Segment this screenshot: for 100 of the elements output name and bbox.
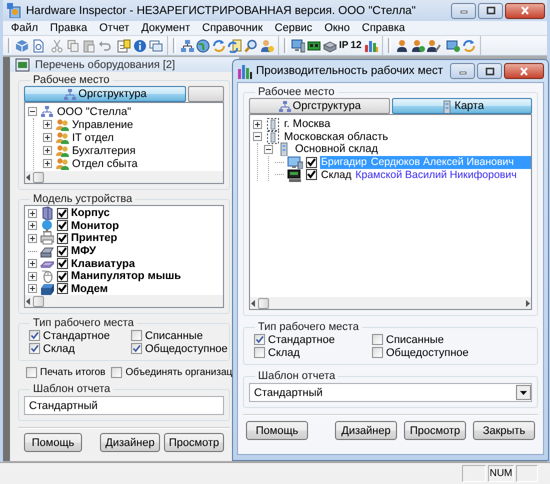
tree-item[interactable]: Бухгалтерия (72, 144, 136, 156)
monitor-icon (40, 218, 54, 233)
button[interactable]: Просмотр (164, 433, 224, 452)
tab[interactable]: Оргструктура (24, 86, 186, 102)
tree-item[interactable]: Московская область (284, 130, 388, 143)
tree-toggle[interactable] (43, 133, 52, 142)
person-icon (394, 38, 409, 52)
checkbox[interactable] (254, 334, 265, 345)
minimize-button[interactable] (450, 63, 475, 79)
tree-toggle[interactable] (264, 144, 273, 154)
checkbox-label: Склад (43, 342, 75, 354)
tree-item[interactable]: ООО "Стелла" (57, 106, 132, 118)
input-field[interactable]: Стандартный (24, 396, 224, 415)
horizontal-scrollbar[interactable] (25, 295, 223, 307)
sync-document-icon (228, 38, 242, 52)
button[interactable]: Дизайнер (100, 433, 160, 452)
checkbox[interactable] (57, 258, 68, 270)
button[interactable]: Помощь (246, 421, 308, 440)
tree-toggle[interactable] (253, 120, 262, 129)
button[interactable]: Закрыть (473, 421, 535, 440)
tree-item[interactable]: Отдел сбыта (72, 158, 138, 170)
tree-item[interactable]: Модем (71, 282, 108, 295)
computer-icon (287, 168, 303, 182)
tree-toggle[interactable] (253, 132, 262, 142)
tree-toggle[interactable] (28, 284, 37, 294)
close-button[interactable] (505, 2, 545, 18)
toolbar-button[interactable]: IP (338, 36, 350, 54)
tree-toggle[interactable] (28, 272, 37, 281)
checkbox[interactable] (57, 246, 68, 257)
tree-toggle[interactable] (43, 146, 52, 155)
checkbox[interactable] (372, 347, 383, 358)
checkbox[interactable] (57, 270, 68, 282)
checkbox[interactable] (306, 169, 317, 180)
maximize-button[interactable] (477, 63, 502, 79)
button[interactable]: Просмотр (404, 421, 466, 440)
checkbox[interactable] (306, 156, 317, 168)
checkbox[interactable] (57, 232, 68, 244)
scroll-thumb[interactable] (258, 298, 269, 308)
tree-item[interactable]: Манипулятор мышь (71, 270, 182, 282)
checkbox[interactable] (372, 334, 383, 345)
maximize-button[interactable] (478, 2, 503, 18)
scissors-icon (50, 38, 64, 52)
button[interactable]: Помощь (24, 433, 82, 452)
tree-item[interactable]: IT отдел (72, 132, 114, 144)
tree-item[interactable]: МФУ (71, 245, 96, 258)
computer-icon (287, 155, 303, 170)
people-icon (55, 130, 69, 144)
menu-item[interactable]: Окно (318, 22, 356, 34)
people-icon (55, 118, 69, 132)
checkbox[interactable] (131, 330, 142, 341)
horizontal-scrollbar[interactable] (250, 297, 531, 309)
menu-item[interactable]: Отчет (93, 22, 136, 34)
menu-item[interactable]: Справочник (196, 22, 269, 34)
tree-item[interactable]: Принтер (71, 232, 118, 244)
checkbox-label: Стандартное (268, 334, 335, 346)
tab[interactable]: Карта (392, 98, 532, 114)
scroll-thumb[interactable] (33, 296, 44, 306)
tree-toggle[interactable] (28, 259, 37, 268)
toolbar-button[interactable] (290, 36, 306, 54)
tree-item[interactable]: г. Москва (284, 118, 330, 130)
tree-item[interactable]: Клавиатура (71, 258, 135, 270)
tree-toggle[interactable] (28, 107, 37, 116)
tree-item[interactable]: Монитор (71, 220, 119, 232)
menu-item[interactable]: Документ (135, 22, 196, 34)
tree-toggle[interactable] (28, 208, 37, 218)
toolbar-button[interactable]: 12 (349, 36, 363, 54)
user-icon (260, 38, 274, 52)
tree-item[interactable]: Склад Крамской Василий Никифорович (320, 168, 531, 182)
menu-item[interactable]: Файл (5, 22, 44, 34)
scroll-thumb[interactable] (33, 172, 44, 182)
menu-item[interactable]: Сервис (268, 22, 318, 34)
tab[interactable]: Оргструктура (249, 98, 390, 114)
checkbox[interactable] (29, 343, 40, 354)
checkbox[interactable] (254, 347, 265, 358)
minimize-button[interactable] (451, 2, 476, 18)
tab[interactable] (188, 86, 224, 102)
checkbox[interactable] (57, 208, 68, 219)
tree-toggle[interactable] (28, 221, 37, 230)
tree-item[interactable]: Основной склад (295, 143, 378, 156)
tree-toggle[interactable] (43, 120, 52, 129)
button[interactable]: Дизайнер (335, 421, 397, 440)
dropdown[interactable]: Стандартный (249, 383, 532, 402)
tree-item[interactable]: Корпус (71, 207, 110, 220)
menu-item[interactable]: Правка (44, 22, 94, 34)
menu-item[interactable]: Справка (356, 22, 412, 34)
tree-toggle[interactable] (28, 234, 37, 243)
workstation-label: Бригадир (321, 156, 367, 168)
toolbar-button[interactable] (195, 36, 211, 54)
checkbox[interactable] (57, 220, 68, 232)
group-label: Модель устройства (32, 193, 134, 205)
tree-toggle[interactable] (43, 159, 52, 168)
horizontal-scrollbar[interactable] (25, 171, 223, 183)
people-icon (55, 156, 69, 170)
checkbox[interactable] (111, 367, 122, 378)
close-button[interactable] (504, 63, 544, 79)
checkbox[interactable] (57, 283, 68, 294)
checkbox[interactable] (29, 330, 40, 341)
checkbox[interactable] (131, 343, 142, 354)
tree-item[interactable]: Управление (72, 118, 134, 130)
checkbox[interactable] (26, 367, 37, 378)
